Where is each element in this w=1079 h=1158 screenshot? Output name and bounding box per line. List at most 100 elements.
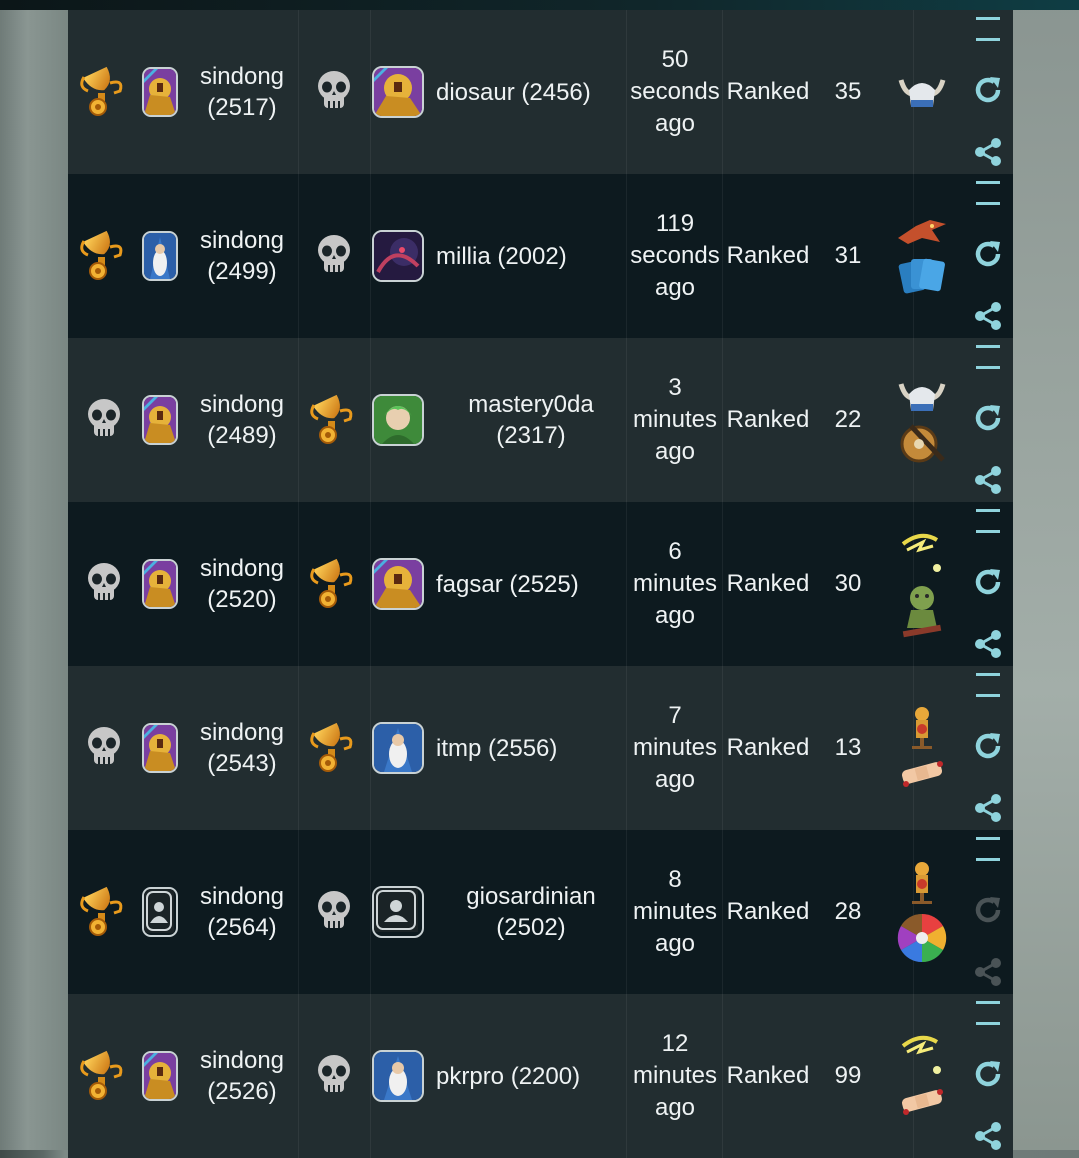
column-separator	[626, 174, 627, 338]
time-unit: minutes	[632, 406, 718, 433]
replay-icon[interactable]	[972, 730, 1004, 762]
time-unit: minutes	[632, 734, 718, 761]
share-icon[interactable]	[972, 628, 1004, 660]
enchantments	[890, 994, 954, 1158]
replay-icon[interactable]	[972, 566, 1004, 598]
red-dragon-icon	[896, 216, 948, 248]
opponent-name-cell[interactable]: millia (2002)	[436, 174, 626, 338]
time-suffix: ago	[654, 766, 696, 793]
player-avatar[interactable]	[138, 502, 182, 666]
player-name: sindong	[199, 1047, 285, 1074]
share-icon[interactable]	[972, 1120, 1004, 1152]
elf-avatar	[372, 394, 424, 446]
match-row[interactable]: sindong (2489) mastery0da (2317) 3 minutes ago…	[68, 338, 1013, 502]
opponent-name-cell[interactable]: mastery0da (2317)	[436, 338, 626, 502]
player-avatar[interactable]	[138, 994, 182, 1158]
match-row[interactable]: sindong (2520) fagsar (2525) 6 minutes ago Ran…	[68, 502, 1013, 666]
opponent-name-cell[interactable]: diosaur (2456)	[436, 10, 626, 174]
match-row[interactable]: sindong (2517) diosaur (2456) 50 seconds ago R…	[68, 10, 1013, 174]
default-avatar	[372, 886, 424, 938]
time-unit: minutes	[632, 898, 718, 925]
time-value: 7	[668, 702, 682, 729]
bandage-icon	[896, 756, 948, 792]
top-bar	[0, 0, 1079, 10]
match-row[interactable]: sindong (2499) millia (2002) 119 seconds ago R…	[68, 174, 1013, 338]
opponent-name-cell[interactable]: fagsar (2525)	[436, 502, 626, 666]
cards-icon	[897, 254, 947, 296]
skull-icon	[306, 174, 362, 338]
player-name-cell[interactable]: sindong (2564)	[186, 830, 298, 994]
replay-icon[interactable]	[972, 238, 1004, 270]
match-row[interactable]: sindong (2564) giosardinian (2502) 8 minutes a…	[68, 830, 1013, 994]
target-dummy-icon	[900, 859, 944, 905]
share-icon[interactable]	[972, 792, 1004, 824]
turn-count: 30	[834, 570, 862, 597]
dark-creature-avatar	[372, 230, 424, 282]
player-avatar[interactable]	[138, 338, 182, 502]
claws-icon[interactable]	[973, 834, 1003, 864]
player-name-cell[interactable]: sindong (2543)	[186, 666, 298, 830]
player-name: sindong	[199, 719, 285, 746]
opponent-avatar[interactable]	[370, 830, 426, 994]
player-avatar[interactable]	[138, 666, 182, 830]
skull-icon	[76, 666, 132, 830]
replay-icon[interactable]	[972, 894, 1004, 926]
column-separator	[722, 338, 723, 502]
player-name-cell[interactable]: sindong (2520)	[186, 502, 298, 666]
time-value: 119	[655, 210, 695, 237]
column-separator	[298, 666, 299, 830]
opponent-rating: (2317)	[496, 422, 566, 449]
golden-knight-avatar	[372, 66, 424, 118]
opponent-name-cell[interactable]: pkrpro (2200)	[436, 994, 626, 1158]
game-mode: Ranked	[726, 734, 810, 761]
column-separator	[626, 666, 627, 830]
golden-knight-avatar	[372, 558, 424, 610]
share-icon[interactable]	[972, 136, 1004, 168]
opponent-avatar[interactable]	[370, 174, 426, 338]
time-ago: 12 minutes ago	[628, 994, 722, 1158]
golden-knight-avatar	[142, 723, 178, 773]
skull-icon	[76, 338, 132, 502]
time-ago: 6 minutes ago	[628, 502, 722, 666]
claws-icon[interactable]	[973, 506, 1003, 536]
player-name-cell[interactable]: sindong (2526)	[186, 994, 298, 1158]
player-avatar[interactable]	[138, 174, 182, 338]
opponent-avatar[interactable]	[370, 338, 426, 502]
column-separator	[298, 10, 299, 174]
column-separator	[722, 10, 723, 174]
player-rating: (2520)	[207, 586, 277, 613]
share-icon[interactable]	[972, 300, 1004, 332]
opponent-avatar[interactable]	[370, 666, 426, 830]
player-name-cell[interactable]: sindong (2499)	[186, 174, 298, 338]
player-avatar[interactable]	[138, 830, 182, 994]
replay-icon[interactable]	[972, 74, 1004, 106]
enchantments	[890, 830, 954, 994]
match-row[interactable]: sindong (2543) itmp (2556) 7 minutes ago Ranke…	[68, 666, 1013, 830]
player-rating: (2526)	[207, 1078, 277, 1105]
opponent-avatar[interactable]	[370, 502, 426, 666]
claws-icon[interactable]	[973, 670, 1003, 700]
replay-icon[interactable]	[972, 1058, 1004, 1090]
time-value: 6	[668, 538, 682, 565]
player-name-cell[interactable]: sindong (2489)	[186, 338, 298, 502]
claws-icon[interactable]	[973, 998, 1003, 1028]
column-separator	[626, 338, 627, 502]
claws-icon[interactable]	[973, 178, 1003, 208]
claws-icon[interactable]	[973, 14, 1003, 44]
opponent-name-cell[interactable]: giosardinian (2502)	[436, 830, 626, 994]
horned-helmet-icon	[897, 376, 947, 416]
trophy-icon	[76, 994, 132, 1158]
trophy-icon	[76, 830, 132, 994]
share-icon[interactable]	[972, 464, 1004, 496]
replay-icon[interactable]	[972, 402, 1004, 434]
player-avatar[interactable]	[138, 10, 182, 174]
claws-icon[interactable]	[973, 342, 1003, 372]
opponent-name-cell[interactable]: itmp (2556)	[436, 666, 626, 830]
match-row[interactable]: sindong (2526) pkrpro (2200) 12 minutes ago Ra…	[68, 994, 1013, 1158]
skull-icon	[76, 502, 132, 666]
opponent-avatar[interactable]	[370, 994, 426, 1158]
share-icon[interactable]	[972, 956, 1004, 988]
opponent-avatar[interactable]	[370, 10, 426, 174]
player-name-cell[interactable]: sindong (2517)	[186, 10, 298, 174]
opponent-rating: (2502)	[496, 914, 566, 941]
